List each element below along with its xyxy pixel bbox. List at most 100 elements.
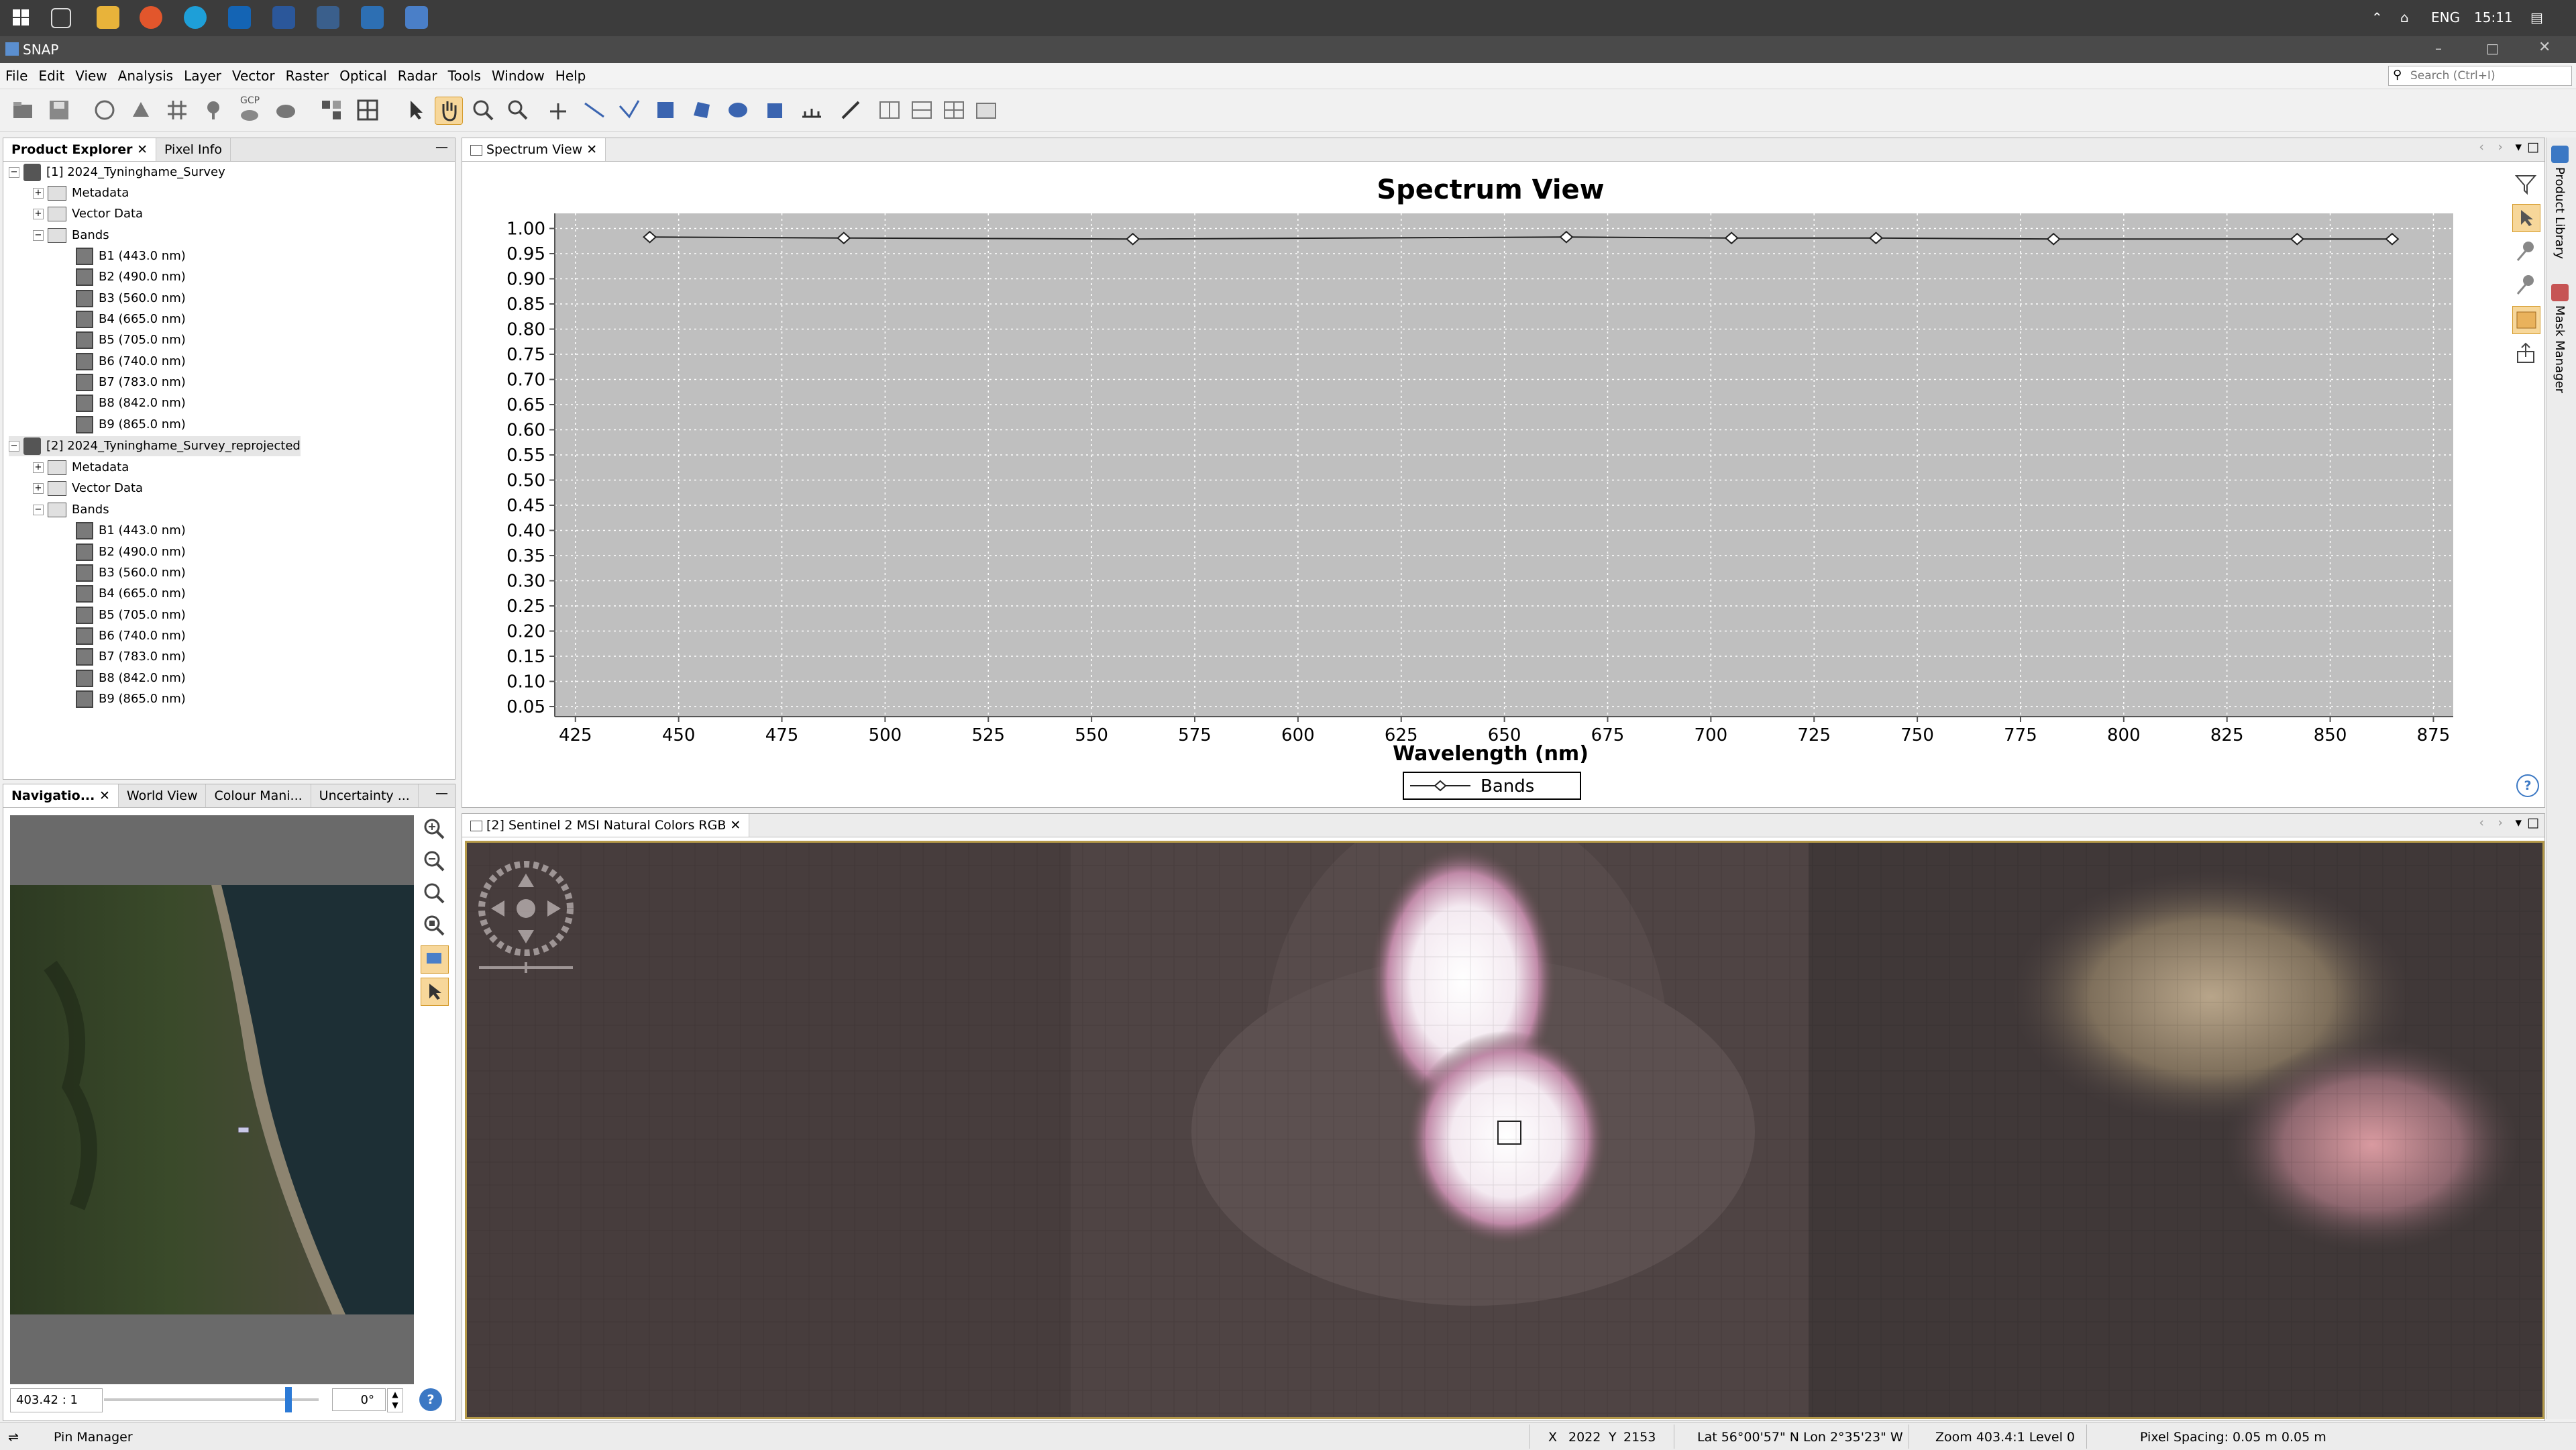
- network-icon[interactable]: ⌂: [2400, 9, 2409, 25]
- zoom-tool-icon[interactable]: [470, 97, 496, 123]
- maximize-icon[interactable]: □: [2486, 40, 2499, 56]
- menu-optical[interactable]: Optical: [334, 63, 392, 89]
- tree-band[interactable]: B3 (560.0 nm): [76, 289, 186, 309]
- zoom-in-icon[interactable]: [421, 815, 447, 842]
- range-finder-tool-icon[interactable]: [798, 97, 825, 123]
- ellipse-drawing-tool-icon[interactable]: [724, 97, 751, 123]
- help-icon[interactable]: ?: [2516, 774, 2539, 797]
- tile-horizontally-icon[interactable]: [908, 97, 935, 123]
- tree-band[interactable]: B4 (665.0 nm): [76, 309, 186, 329]
- navigation-overview[interactable]: [10, 815, 414, 1384]
- tree-band[interactable]: B2 (490.0 nm): [76, 542, 186, 562]
- zoom-out-icon[interactable]: [421, 847, 447, 874]
- tab-colour-manipulation[interactable]: Colour Mani...: [206, 784, 311, 807]
- pin-manager-label[interactable]: Pin Manager: [54, 1430, 133, 1445]
- file-explorer-icon[interactable]: [97, 6, 119, 29]
- zoom-pixel-icon[interactable]: [421, 880, 447, 907]
- tree-folder-bands[interactable]: − Bands: [33, 500, 109, 520]
- outlook-icon[interactable]: [228, 6, 251, 29]
- firefox-icon[interactable]: [140, 6, 162, 29]
- notifications-icon[interactable]: ▤: [2530, 9, 2543, 25]
- app-icon[interactable]: [317, 6, 339, 29]
- show-pins-spectra-icon[interactable]: [2512, 238, 2539, 264]
- close-icon[interactable]: ✕: [2538, 39, 2551, 56]
- tree-band[interactable]: B9 (865.0 nm): [76, 415, 186, 435]
- scroll-right-icon[interactable]: ›: [2498, 140, 2503, 154]
- collapse-icon[interactable]: −: [9, 167, 19, 178]
- layer-manager-icon[interactable]: [272, 97, 299, 123]
- tree-band[interactable]: B3 (560.0 nm): [76, 563, 186, 583]
- show-grid-icon[interactable]: [2512, 306, 2540, 334]
- rotation-spinner[interactable]: ▲ ▼: [387, 1388, 403, 1412]
- band-maths-icon[interactable]: [91, 97, 118, 123]
- maximize-panel-icon[interactable]: □: [2527, 815, 2539, 830]
- overview-image[interactable]: [10, 885, 414, 1314]
- tree-band[interactable]: B8 (842.0 nm): [76, 393, 186, 413]
- menu-file[interactable]: File: [0, 63, 33, 89]
- graticule-icon[interactable]: [164, 97, 191, 123]
- tab-navigation[interactable]: Navigatio... ✕: [3, 784, 119, 807]
- chevron-up-icon[interactable]: ⌃: [2371, 9, 2383, 25]
- tab-uncertainty[interactable]: Uncertainty ...: [311, 784, 419, 807]
- tree-band[interactable]: B7 (783.0 nm): [76, 647, 186, 667]
- menu-edit[interactable]: Edit: [33, 63, 70, 89]
- save-product-icon[interactable]: [46, 97, 72, 123]
- select-tool-icon[interactable]: [402, 97, 429, 123]
- tab-product-explorer[interactable]: Product Explorer ✕: [3, 138, 157, 161]
- tree-band[interactable]: B1 (443.0 nm): [76, 246, 186, 266]
- tab-world-view[interactable]: World View: [119, 784, 207, 807]
- zoom-slider-thumb[interactable]: [285, 1387, 292, 1412]
- pin-placing-tool-icon[interactable]: [504, 97, 531, 123]
- mask-manager-icon[interactable]: [2551, 284, 2569, 301]
- scroll-left-icon[interactable]: ‹: [2479, 815, 2484, 830]
- line-drawing-tool-icon[interactable]: [581, 97, 608, 123]
- rectangle-drawing-tool-icon[interactable]: [652, 97, 679, 123]
- search-box[interactable]: ⚲: [2388, 66, 2572, 86]
- sync-cursor-icon[interactable]: [421, 978, 449, 1006]
- expand-icon[interactable]: +: [33, 188, 44, 199]
- show-spectrum-cursor-icon[interactable]: [2512, 204, 2540, 232]
- minimize-icon[interactable]: –: [2435, 40, 2442, 56]
- minimize-panel-icon[interactable]: —: [435, 140, 448, 154]
- tree-folder-metadata[interactable]: + Metadata: [33, 183, 129, 203]
- scroll-left-icon[interactable]: ‹: [2479, 140, 2484, 154]
- expand-icon[interactable]: +: [33, 462, 44, 473]
- pan-tool-icon[interactable]: [435, 97, 463, 125]
- show-selected-pins-icon[interactable]: [2512, 271, 2539, 298]
- filter-bands-icon[interactable]: [2512, 170, 2539, 197]
- menu-window[interactable]: Window: [486, 63, 550, 89]
- word-icon[interactable]: [272, 6, 295, 29]
- menu-analysis[interactable]: Analysis: [113, 63, 178, 89]
- tree-folder-vector-data[interactable]: + Vector Data: [33, 478, 143, 499]
- snap-taskbar-icon[interactable]: [405, 6, 428, 29]
- tree-band[interactable]: B8 (842.0 nm): [76, 668, 186, 688]
- statistics-tool-icon[interactable]: [354, 97, 381, 123]
- menu-tools[interactable]: Tools: [443, 63, 486, 89]
- spectrum-chart[interactable]: Spectrum View 0.05 0.10 0.15 0.20 0.25 0.30 0.…: [468, 165, 2453, 802]
- zoom-factor-field[interactable]: 403.42 : 1: [10, 1388, 103, 1412]
- tree-folder-vector-data[interactable]: + Vector Data: [33, 204, 143, 224]
- photos-icon[interactable]: [361, 6, 384, 29]
- rotation-field[interactable]: 0°: [332, 1388, 386, 1411]
- menu-help[interactable]: Help: [550, 63, 592, 89]
- tree-band[interactable]: B9 (865.0 nm): [76, 689, 186, 709]
- expand-icon[interactable]: +: [33, 209, 44, 219]
- tree-band[interactable]: B5 (705.0 nm): [76, 605, 186, 625]
- pin-manager-icon[interactable]: ⇌: [8, 1430, 19, 1445]
- subset-icon[interactable]: [127, 97, 154, 123]
- menu-radar[interactable]: Radar: [392, 63, 443, 89]
- tree-band[interactable]: B7 (783.0 nm): [76, 372, 186, 393]
- close-icon[interactable]: ✕: [99, 788, 110, 803]
- tree-band[interactable]: B4 (665.0 nm): [76, 584, 186, 604]
- tree-band[interactable]: B6 (740.0 nm): [76, 352, 186, 372]
- pan-compass-control[interactable]: [472, 855, 580, 976]
- gcp-placing-tool-icon[interactable]: [545, 97, 572, 123]
- close-icon[interactable]: ✕: [730, 818, 741, 833]
- dropdown-icon[interactable]: ▾: [2515, 815, 2522, 830]
- start-icon[interactable]: [9, 6, 32, 29]
- ruler-tool-icon[interactable]: [837, 97, 864, 123]
- tree-folder-metadata[interactable]: + Metadata: [33, 458, 129, 478]
- tree-folder-bands[interactable]: − Bands: [33, 225, 109, 246]
- tile-grid-icon[interactable]: [941, 97, 967, 123]
- edge-icon[interactable]: [184, 6, 207, 29]
